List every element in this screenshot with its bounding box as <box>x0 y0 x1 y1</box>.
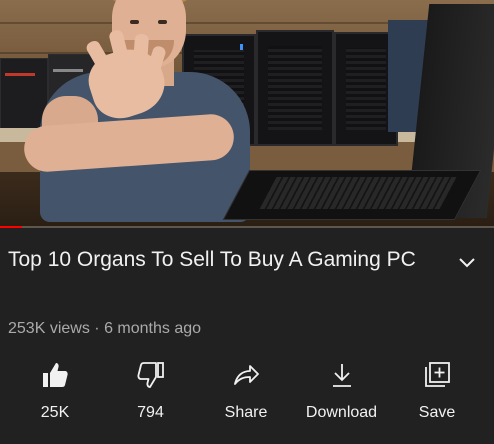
progress-bar[interactable] <box>0 226 494 228</box>
thumbs-up-filled-icon <box>43 363 68 387</box>
expand-description-button[interactable] <box>454 250 480 276</box>
video-meta: 253K views · 6 months ago <box>8 320 201 338</box>
upload-age: 6 months ago <box>104 320 202 337</box>
progress-fill <box>0 226 23 228</box>
share-label: Share <box>224 404 268 421</box>
like-button[interactable]: 25K <box>20 360 90 430</box>
save-button[interactable]: Save <box>402 360 472 430</box>
presenter-eye <box>130 20 139 24</box>
presenter-eye <box>158 20 167 24</box>
presenter-finger <box>132 33 150 67</box>
pc-tower <box>256 30 334 146</box>
playlist-add-icon <box>425 362 450 387</box>
thumbs-down-outline-icon <box>136 362 164 388</box>
share-button[interactable]: Share <box>211 360 281 430</box>
save-label: Save <box>418 404 456 421</box>
view-count: 253K views <box>8 320 90 337</box>
dislike-count: 794 <box>137 404 164 421</box>
download-icon <box>332 364 351 387</box>
video-player[interactable] <box>0 0 494 228</box>
chevron-down-icon <box>459 258 475 268</box>
download-label: Download <box>305 404 378 421</box>
share-arrow-icon <box>234 365 259 385</box>
dislike-button[interactable]: 794 <box>116 360 186 430</box>
meta-separator: · <box>94 320 100 337</box>
laptop-keyboard <box>222 170 482 220</box>
like-count: 25K <box>40 404 70 421</box>
video-title[interactable]: Top 10 Organs To Sell To Buy A Gaming PC <box>8 246 438 274</box>
download-button[interactable]: Download <box>305 360 378 430</box>
action-bar: 25K 794 Share Download Save <box>0 360 494 430</box>
